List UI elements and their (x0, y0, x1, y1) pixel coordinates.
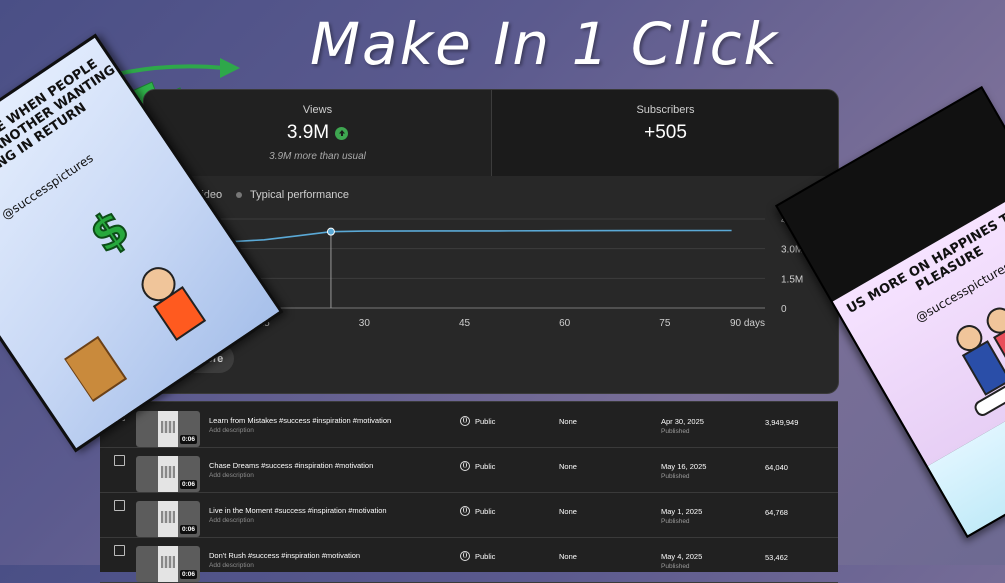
status-cell: Published (661, 473, 690, 480)
analytics-card: Views 3.9M 3.9M more than usual Subscrib… (143, 89, 839, 394)
restrictions-cell: None (559, 507, 577, 516)
globe-icon (460, 506, 470, 516)
views-value-wrap: 3.9M (286, 122, 349, 144)
video-description[interactable]: Add description (209, 517, 254, 524)
x-tick-label: 90 days (730, 318, 765, 329)
video-thumbnail[interactable]: 0:06 (136, 546, 200, 582)
video-table: 0:06 Learn from Mistakes #success #inspi… (100, 401, 838, 583)
views-cell: 53,462 (765, 553, 788, 562)
subscribers-value: +505 (644, 122, 687, 143)
legend-typical-label: Typical performance (250, 189, 350, 201)
views-cell: 3,949,949 (765, 418, 799, 427)
views-metric-tab[interactable]: Views 3.9M 3.9M more than usual (144, 90, 491, 176)
status-cell: Published (661, 563, 690, 570)
views-note: 3.9M more than usual (269, 151, 366, 162)
visibility-cell[interactable]: Public (460, 551, 495, 561)
video-duration: 0:06 (179, 480, 197, 489)
x-tick-label: 75 (659, 318, 671, 329)
row-checkbox[interactable] (114, 455, 125, 466)
legend-typical: Typical performance (236, 189, 349, 201)
svg-text:$: $ (80, 199, 139, 264)
table-row[interactable]: 0:06 Chase Dreams #success #inspiration … (100, 447, 838, 493)
y-tick-label: 0 (781, 304, 787, 315)
video-title[interactable]: Chase Dreams #success #inspiration #moti… (209, 461, 373, 470)
video-thumbnail[interactable]: 0:06 (136, 501, 200, 537)
arrow-up-icon (335, 126, 349, 140)
marker-point (326, 227, 335, 236)
views-value: 3.9M (286, 122, 330, 143)
headline: Make In 1 Click (310, 10, 780, 78)
visibility-label: Public (475, 461, 496, 471)
visibility-cell[interactable]: Public (460, 461, 495, 471)
video-description[interactable]: Add description (209, 427, 254, 434)
video-thumbnail[interactable]: 0:06 (136, 411, 200, 447)
x-tick-label: 60 (559, 318, 571, 329)
video-description[interactable]: Add description (209, 562, 254, 569)
video-title[interactable]: Don't Rush #success #inspiration #motiva… (209, 551, 360, 560)
x-tick-label: 30 (359, 318, 371, 329)
restrictions-cell: None (559, 417, 577, 426)
restrictions-cell: None (559, 462, 577, 471)
date-cell: May 4, 2025 (661, 552, 703, 561)
date-cell: May 16, 2025 (661, 462, 707, 471)
subscribers-metric-tab[interactable]: Subscribers +505 (491, 90, 838, 176)
visibility-cell[interactable]: Public (460, 506, 495, 516)
video-description[interactable]: Add description (209, 472, 254, 479)
status-cell: Published (661, 428, 690, 435)
video-title[interactable]: Live in the Moment #success #inspiration… (209, 506, 387, 515)
globe-icon (460, 461, 470, 471)
views-cell: 64,768 (765, 508, 788, 517)
table-row[interactable]: 0:06 Learn from Mistakes #success #inspi… (100, 402, 838, 448)
legend-dot-icon (236, 192, 242, 199)
date-cell: May 1, 2025 (661, 507, 703, 516)
views-cell: 64,040 (765, 463, 788, 472)
views-label: Views (302, 104, 333, 116)
y-tick-label: 1.5M (781, 274, 803, 285)
table-row[interactable]: 0:06 Don't Rush #success #inspiration #m… (100, 537, 838, 583)
visibility-label: Public (475, 551, 496, 561)
table-row[interactable]: 0:06 Live in the Moment #success #inspir… (100, 492, 838, 538)
restrictions-cell: None (559, 552, 577, 561)
globe-icon (460, 416, 470, 426)
video-title[interactable]: Learn from Mistakes #success #inspiratio… (209, 416, 391, 425)
globe-icon (460, 551, 470, 561)
status-cell: Published (661, 518, 690, 525)
row-checkbox[interactable] (114, 545, 125, 556)
video-thumbnail[interactable]: 0:06 (136, 456, 200, 492)
video-duration: 0:06 (179, 525, 197, 534)
visibility-label: Public (475, 506, 496, 516)
row-checkbox[interactable] (114, 500, 125, 511)
video-duration: 0:06 (179, 570, 197, 579)
subscribers-label: Subscribers (636, 104, 695, 116)
visibility-cell[interactable]: Public (460, 416, 495, 426)
date-cell: Apr 30, 2025 (661, 417, 704, 426)
video-duration: 0:06 (179, 435, 197, 444)
x-tick-label: 45 (459, 318, 471, 329)
visibility-label: Public (475, 416, 496, 426)
